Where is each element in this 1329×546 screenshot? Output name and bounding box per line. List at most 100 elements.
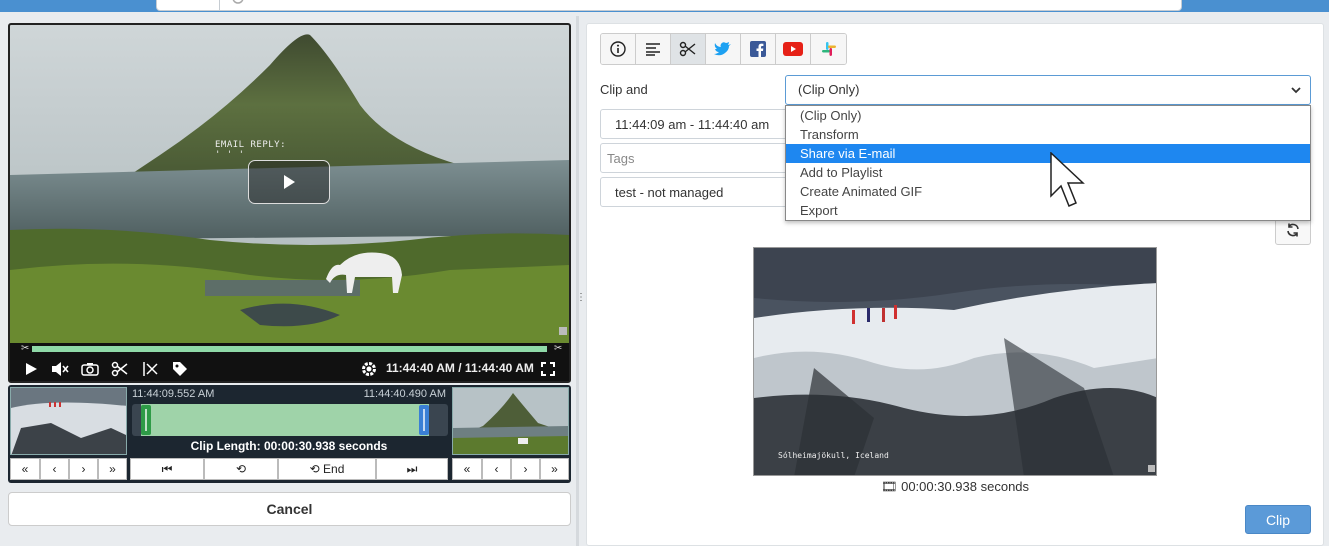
refresh-icon: [1287, 223, 1299, 237]
tab-twitter[interactable]: [706, 34, 741, 64]
split-icon: [143, 362, 158, 376]
clip-action-select[interactable]: (Clip Only): [785, 75, 1311, 105]
tab-bar: [600, 33, 847, 65]
progress-fill: [32, 346, 547, 352]
double-chevron-left-icon: «: [463, 462, 471, 476]
dropdown-option[interactable]: Create Animated GIF: [786, 182, 1310, 201]
step-backward-icon: ⏮: [161, 461, 173, 476]
youtube-icon: [783, 42, 803, 56]
end-nav-buttons: « ‹ › »: [452, 458, 569, 480]
twitter-icon: [714, 42, 731, 56]
dropdown-option[interactable]: Transform: [786, 125, 1310, 144]
double-chevron-left-icon: «: [21, 462, 29, 476]
time-range-field[interactable]: 11:44:09 am - 11:44:40 am: [600, 109, 790, 139]
gear-icon: [362, 362, 376, 376]
video-player[interactable]: EMAIL REPLY: ' ' ' ✂ ✂ 11:44:40 AM / 11:…: [8, 23, 571, 383]
end-thumbnail[interactable]: [452, 387, 569, 455]
tab-youtube[interactable]: [776, 34, 811, 64]
tag-button[interactable]: [169, 359, 191, 379]
progress-bar[interactable]: ✂ ✂: [10, 343, 569, 354]
play-button[interactable]: [20, 359, 42, 379]
dropdown-option[interactable]: Share via E-mail: [786, 144, 1310, 163]
clip-action-value: (Clip Only): [798, 82, 860, 97]
play-icon: [284, 175, 295, 189]
tab-clip[interactable]: [671, 34, 706, 64]
scissors-icon: [111, 361, 128, 377]
range-selection: [141, 404, 429, 436]
clip-duration-text: 00:00:30.938 seconds: [901, 479, 1030, 494]
dropdown-option[interactable]: (Clip Only): [786, 106, 1310, 125]
control-bar: 11:44:40 AM / 11:44:40 AM: [10, 355, 569, 381]
cancel-button[interactable]: Cancel: [8, 492, 571, 526]
slack-icon: [821, 42, 836, 56]
go-to-end-button[interactable]: ⏭: [376, 458, 448, 480]
grip-icon: ⋮: [576, 292, 586, 303]
email-reply-overlay: EMAIL REPLY: ' ' ': [215, 140, 286, 160]
range-selector[interactable]: 11:44:09.552 AM 11:44:40.490 AM Clip Len…: [130, 387, 448, 455]
start-rewind-fast-button[interactable]: «: [10, 458, 40, 480]
loop-button[interactable]: ⟲: [204, 458, 278, 480]
search-divider: [219, 0, 220, 11]
tab-info[interactable]: [601, 34, 636, 64]
settings-button[interactable]: [358, 359, 380, 379]
snapshot-button[interactable]: [79, 359, 101, 379]
clip-duration: 🎞 00:00:30.938 seconds: [753, 479, 1157, 495]
dropdown-option[interactable]: Add to Playlist: [786, 163, 1310, 182]
mute-button[interactable]: [49, 359, 71, 379]
source-select[interactable]: test - not managed: [600, 177, 790, 207]
start-forward-button[interactable]: ›: [69, 458, 98, 480]
refresh-icon: ⟲: [309, 462, 324, 476]
go-to-start-button[interactable]: ⏮: [130, 458, 204, 480]
tag-icon: [173, 362, 187, 376]
chevron-left-icon: ‹: [494, 462, 499, 476]
overlay-text: EMAIL REPLY:: [215, 140, 287, 150]
preview-caption: Sólheimajökull, Iceland: [778, 451, 889, 460]
start-nav-buttons: « ‹ › »: [10, 458, 127, 480]
clip-button[interactable]: [109, 359, 131, 379]
play-icon: [26, 363, 37, 375]
double-chevron-right-icon: »: [551, 462, 558, 476]
tab-details[interactable]: [636, 34, 671, 64]
tags-input[interactable]: Tags: [600, 143, 790, 173]
panel-splitter[interactable]: ⋮: [576, 16, 586, 546]
range-end-handle[interactable]: [419, 405, 429, 435]
clip-length: Clip Length: 00:00:30.938 seconds: [190, 439, 388, 453]
loop-end-button[interactable]: ⟲ End: [278, 458, 376, 480]
end-rewind-fast-button[interactable]: «: [452, 458, 482, 480]
camera-icon: [81, 363, 99, 376]
chevron-left-icon: ‹: [52, 462, 57, 476]
start-forward-fast-button[interactable]: »: [98, 458, 127, 480]
clip-submit-button[interactable]: Clip: [1245, 505, 1311, 534]
clip-end-marker-icon[interactable]: ✂: [554, 344, 566, 354]
clip-and-label: Clip and: [600, 82, 648, 97]
big-play-button[interactable]: [248, 160, 330, 204]
chevron-right-icon: ›: [81, 462, 86, 476]
scissors-icon: [679, 41, 696, 57]
film-icon: 🎞: [880, 479, 898, 494]
end-forward-button[interactable]: ›: [511, 458, 540, 480]
start-rewind-button[interactable]: ‹: [40, 458, 69, 480]
clip-panel: Clip and (Clip Only) 11:44:09 am - 11:44…: [586, 23, 1324, 546]
time-display: 11:44:40 AM / 11:44:40 AM: [386, 361, 534, 375]
info-icon: [610, 41, 626, 57]
double-chevron-right-icon: »: [109, 462, 116, 476]
end-rewind-button[interactable]: ‹: [482, 458, 511, 480]
start-thumbnail[interactable]: [10, 387, 127, 455]
tab-slack[interactable]: [811, 34, 846, 64]
step-forward-icon: ⏭: [406, 461, 418, 476]
tab-facebook[interactable]: [741, 34, 776, 64]
end-forward-fast-button[interactable]: »: [540, 458, 569, 480]
split-button[interactable]: [140, 359, 162, 379]
mouse-cursor-icon: [1050, 152, 1085, 207]
end-label: End: [323, 462, 345, 476]
clip-preview-image[interactable]: Sólheimajökull, Iceland: [753, 247, 1157, 476]
range-start-handle[interactable]: [141, 405, 151, 435]
chevron-right-icon: ›: [523, 462, 528, 476]
search-input[interactable]: [156, 0, 1182, 11]
clip-action-dropdown: (Clip Only) Transform Share via E-mail Add …: [785, 105, 1311, 221]
dropdown-option[interactable]: Export: [786, 201, 1310, 220]
range-track[interactable]: [132, 404, 448, 436]
fullscreen-button[interactable]: [537, 359, 559, 379]
overlay-subtext: ' ' ': [215, 150, 245, 160]
clip-range-bar: 11:44:09.552 AM 11:44:40.490 AM Clip Len…: [8, 385, 571, 483]
